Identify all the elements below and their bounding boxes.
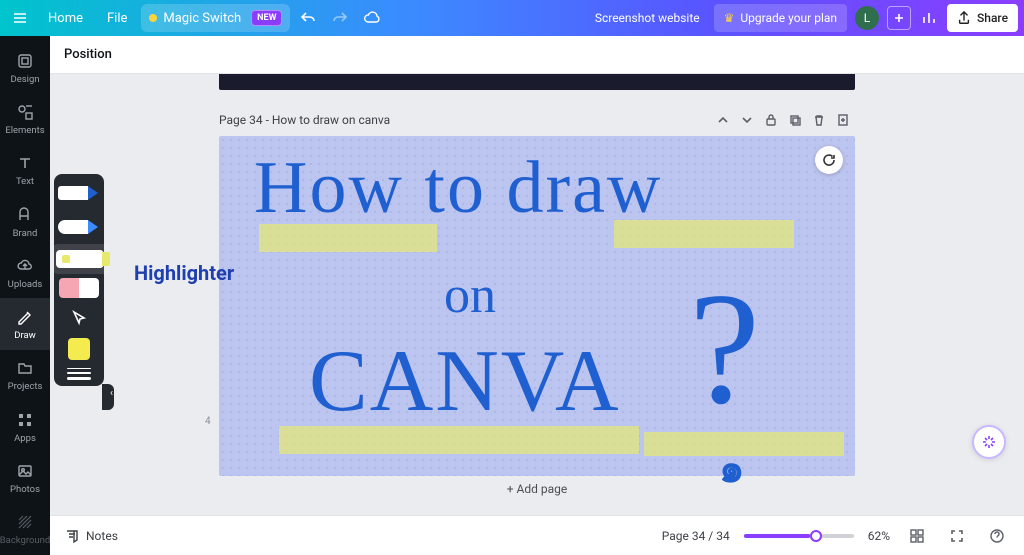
previous-page-peek[interactable] bbox=[219, 74, 855, 90]
page-indicator[interactable]: Page 34 / 34 bbox=[662, 529, 730, 543]
new-badge: NEW bbox=[251, 10, 282, 26]
rail-label: Apps bbox=[14, 433, 36, 444]
collapse-up-icon[interactable] bbox=[711, 108, 735, 132]
add-member-button[interactable] bbox=[887, 6, 911, 30]
rail-label: Brand bbox=[13, 228, 38, 239]
rail-apps[interactable]: Apps bbox=[0, 401, 50, 452]
add-page-button[interactable]: + Add page bbox=[219, 482, 855, 496]
brand-icon bbox=[15, 205, 35, 225]
insights-button[interactable] bbox=[915, 4, 943, 32]
pen-tool[interactable] bbox=[58, 180, 100, 206]
top-bar: Home File Magic Switch NEW Screenshot we… bbox=[0, 0, 1024, 36]
context-toolbar: Position bbox=[50, 36, 1024, 74]
side-rail: Design Elements Text Brand Uploads Draw … bbox=[0, 36, 50, 555]
text-icon bbox=[15, 153, 35, 173]
color-swatch[interactable] bbox=[68, 338, 90, 360]
ruler-mark: 4 bbox=[205, 416, 211, 427]
file-menu[interactable]: File bbox=[97, 4, 137, 32]
draw-icon bbox=[15, 307, 35, 327]
design-icon bbox=[15, 51, 35, 71]
rail-label: Uploads bbox=[8, 279, 43, 290]
lock-icon[interactable] bbox=[759, 108, 783, 132]
cursor-tool[interactable] bbox=[67, 306, 91, 330]
refresh-button[interactable] bbox=[815, 146, 843, 174]
help-icon[interactable] bbox=[984, 523, 1010, 549]
uploads-icon bbox=[15, 256, 35, 276]
handwriting-question-mark: ? bbox=[689, 256, 760, 441]
notes-button[interactable]: Notes bbox=[64, 528, 118, 544]
crown-icon: ♛ bbox=[724, 11, 735, 25]
rail-label: Text bbox=[16, 176, 34, 187]
sparkle-icon bbox=[149, 14, 157, 22]
handwriting-line2: on bbox=[444, 266, 496, 325]
rail-label: Draw bbox=[14, 330, 36, 341]
main-area: Position Page 34 - How to draw on canva bbox=[50, 36, 1024, 555]
collapse-down-icon[interactable] bbox=[735, 108, 759, 132]
magic-switch-button[interactable]: Magic Switch NEW bbox=[141, 4, 290, 32]
highlighter-tool[interactable] bbox=[58, 248, 100, 270]
projects-icon bbox=[15, 358, 35, 378]
zoom-slider[interactable] bbox=[744, 534, 854, 538]
rail-label: Projects bbox=[8, 381, 43, 392]
upgrade-label: Upgrade your plan bbox=[740, 11, 837, 25]
ai-assist-button[interactable] bbox=[972, 425, 1006, 459]
canvas-area[interactable]: Page 34 - How to draw on canva How to dr… bbox=[50, 74, 1024, 515]
background-icon bbox=[15, 512, 35, 532]
rail-elements[interactable]: Elements bbox=[0, 93, 50, 144]
redo-button[interactable] bbox=[326, 4, 354, 32]
notes-label: Notes bbox=[86, 529, 118, 543]
duplicate-icon[interactable] bbox=[783, 108, 807, 132]
page-header: Page 34 - How to draw on canva bbox=[219, 108, 855, 132]
thickness-tool[interactable] bbox=[67, 368, 91, 380]
avatar[interactable]: L bbox=[855, 6, 879, 30]
rail-uploads[interactable]: Uploads bbox=[0, 247, 50, 298]
undo-button[interactable] bbox=[294, 4, 322, 32]
photos-icon bbox=[15, 461, 35, 481]
add-page-icon[interactable] bbox=[831, 108, 855, 132]
rail-background[interactable]: Background bbox=[0, 504, 50, 555]
rail-label: Elements bbox=[5, 125, 44, 136]
trash-icon[interactable] bbox=[807, 108, 831, 132]
magic-switch-label: Magic Switch bbox=[163, 11, 241, 26]
hamburger-icon[interactable] bbox=[6, 4, 34, 32]
eraser-tool[interactable] bbox=[59, 278, 99, 298]
rail-projects[interactable]: Projects bbox=[0, 350, 50, 401]
handwriting-dot: ๑ bbox=[719, 436, 744, 500]
rail-label: Design bbox=[10, 74, 39, 85]
cloud-sync-icon[interactable] bbox=[358, 4, 386, 32]
apps-icon bbox=[15, 410, 35, 430]
fullscreen-icon[interactable] bbox=[944, 523, 970, 549]
page-title: Page 34 - How to draw on canva bbox=[219, 113, 390, 127]
rail-brand[interactable]: Brand bbox=[0, 196, 50, 247]
elements-icon bbox=[15, 102, 35, 122]
upgrade-plan-button[interactable]: ♛ Upgrade your plan bbox=[714, 4, 847, 32]
rail-label: Photos bbox=[10, 484, 40, 495]
document-title[interactable]: Screenshot website bbox=[585, 4, 710, 32]
handwriting-line3: CANVA bbox=[309, 331, 621, 432]
rail-draw[interactable]: Draw bbox=[0, 298, 50, 349]
zoom-percent[interactable]: 62% bbox=[868, 529, 890, 543]
rail-design[interactable]: Design bbox=[0, 42, 50, 93]
grid-view-icon[interactable] bbox=[904, 523, 930, 549]
rail-photos[interactable]: Photos bbox=[0, 452, 50, 503]
share-button[interactable]: Share bbox=[947, 4, 1018, 32]
bottom-bar: Notes Page 34 / 34 62% bbox=[50, 515, 1024, 555]
rail-label: Background bbox=[0, 535, 50, 546]
marker-tool[interactable] bbox=[58, 214, 100, 240]
share-label: Share bbox=[977, 11, 1008, 25]
home-menu[interactable]: Home bbox=[38, 4, 93, 32]
draw-tool-panel: ‹ bbox=[54, 174, 104, 386]
handwriting-line1: How to draw bbox=[254, 146, 662, 231]
design-page[interactable]: How to draw on CANVA ? ๑ 4 bbox=[219, 136, 855, 476]
position-button[interactable]: Position bbox=[64, 47, 112, 62]
highlighter-tooltip: Highlighter bbox=[134, 261, 234, 285]
panel-collapse-icon[interactable]: ‹ bbox=[110, 388, 113, 399]
rail-text[interactable]: Text bbox=[0, 145, 50, 196]
